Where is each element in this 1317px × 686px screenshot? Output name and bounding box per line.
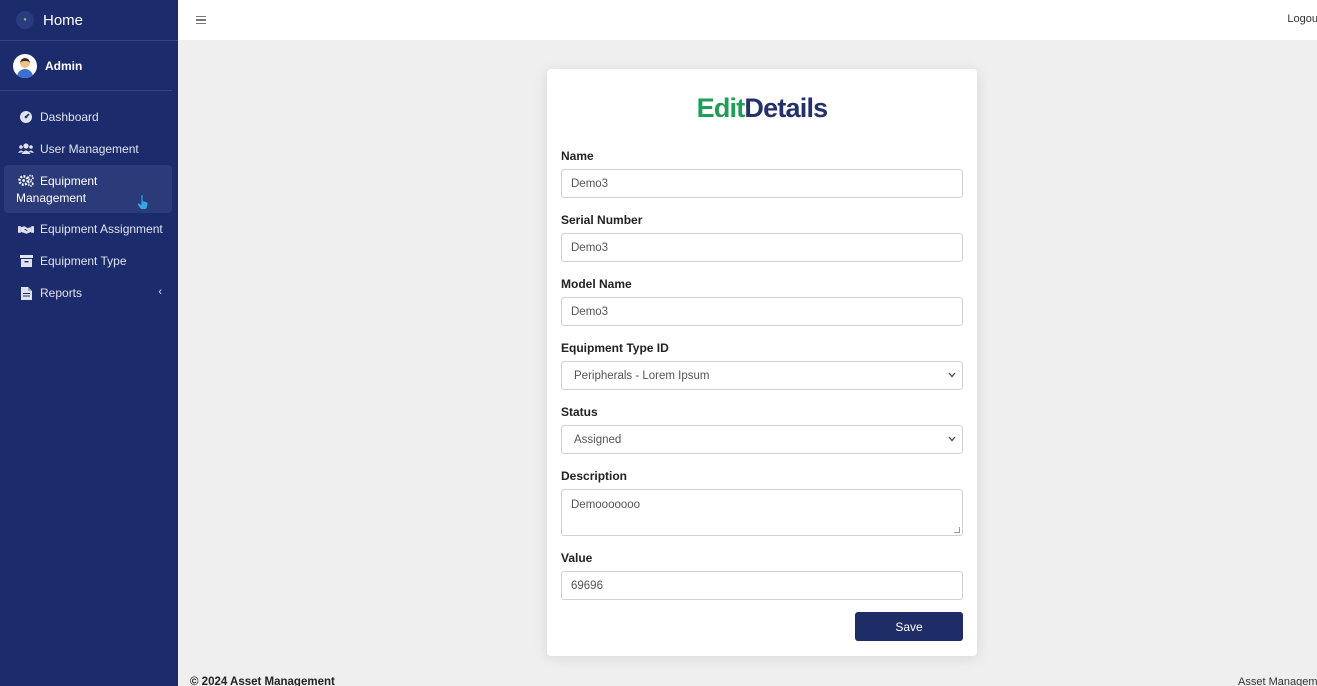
chevron-down-icon [948,435,956,444]
equipment-type-label: Equipment Type ID [561,341,669,355]
handshake-icon [18,224,34,235]
description-label: Description [561,469,628,483]
chevron-left-icon[interactable]: ‹ [158,286,162,298]
equipment-type-selected: Peripherals - Lorem Ipsum [574,369,710,382]
sidebar-item-label: User Management [40,142,139,156]
sidebar-nav: Dashboard User Management Equipment Mana… [0,91,178,309]
chevron-down-icon [948,371,956,380]
value-label: Value [561,551,593,565]
model-name-input[interactable]: Demo3 [561,297,963,326]
user-name: Admin [45,58,83,73]
status-select[interactable]: Assigned [561,425,963,454]
resize-handle-icon[interactable] [954,527,960,533]
sidebar-item-dashboard[interactable]: Dashboard [0,101,178,133]
footer-copyright: © 2024 Asset Management [190,676,335,686]
sidebar-item-user-management[interactable]: User Management [0,133,178,165]
top-navbar: Logout [178,0,1317,40]
serial-number-label: Serial Number [561,213,643,227]
sidebar: ● Home Admin Dashboard User Management E… [0,0,178,686]
sidebar-item-equipment-type[interactable]: Equipment Type [0,245,178,277]
sidebar-item-label: Equipment Type [40,254,127,268]
hamburger-icon[interactable] [196,15,206,25]
users-icon [18,143,34,155]
edit-details-card: EditDetails Name Demo3 Serial Number Dem… [547,69,977,656]
status-label: Status [561,405,598,419]
brand-title: Home [43,11,84,29]
gears-icon [18,174,34,187]
archive-icon [18,255,34,267]
avatar [13,53,37,78]
title-part-edit: Edit [696,93,746,123]
sidebar-item-label: Dashboard [40,110,99,124]
page-title: EditDetails [561,93,963,125]
sidebar-item-label: Reports [40,286,83,300]
file-icon [18,286,34,300]
equipment-type-select[interactable]: Peripherals - Lorem Ipsum [561,361,963,390]
description-textarea[interactable]: Demooooooo [561,489,963,536]
brand-logo-icon: ● [16,11,34,29]
user-panel[interactable]: Admin [0,41,172,91]
logout-link[interactable]: Logout [1287,13,1317,25]
sidebar-item-label: Equipment Assignment [40,222,163,236]
brand[interactable]: ● Home [0,0,178,41]
name-label: Name [561,149,594,163]
sidebar-item-label: Equipment [40,173,98,188]
name-input[interactable]: Demo3 [561,169,963,198]
sidebar-item-reports[interactable]: Reports ‹ [0,277,178,309]
serial-number-input[interactable]: Demo3 [561,233,963,262]
sidebar-item-equipment-assignment[interactable]: Equipment Assignment [0,213,178,245]
model-name-label: Model Name [561,277,632,291]
footer-brand: Asset Management [1238,676,1317,686]
value-input[interactable]: 69696 [561,571,963,600]
sidebar-item-label-line2: Management [16,190,87,205]
title-part-details: Details [744,93,828,123]
save-button[interactable]: Save [855,612,963,641]
dashboard-icon [18,110,34,124]
status-selected: Assigned [574,433,622,446]
description-value: Demooooooo [571,499,641,511]
pointer-cursor-icon [136,194,149,215]
